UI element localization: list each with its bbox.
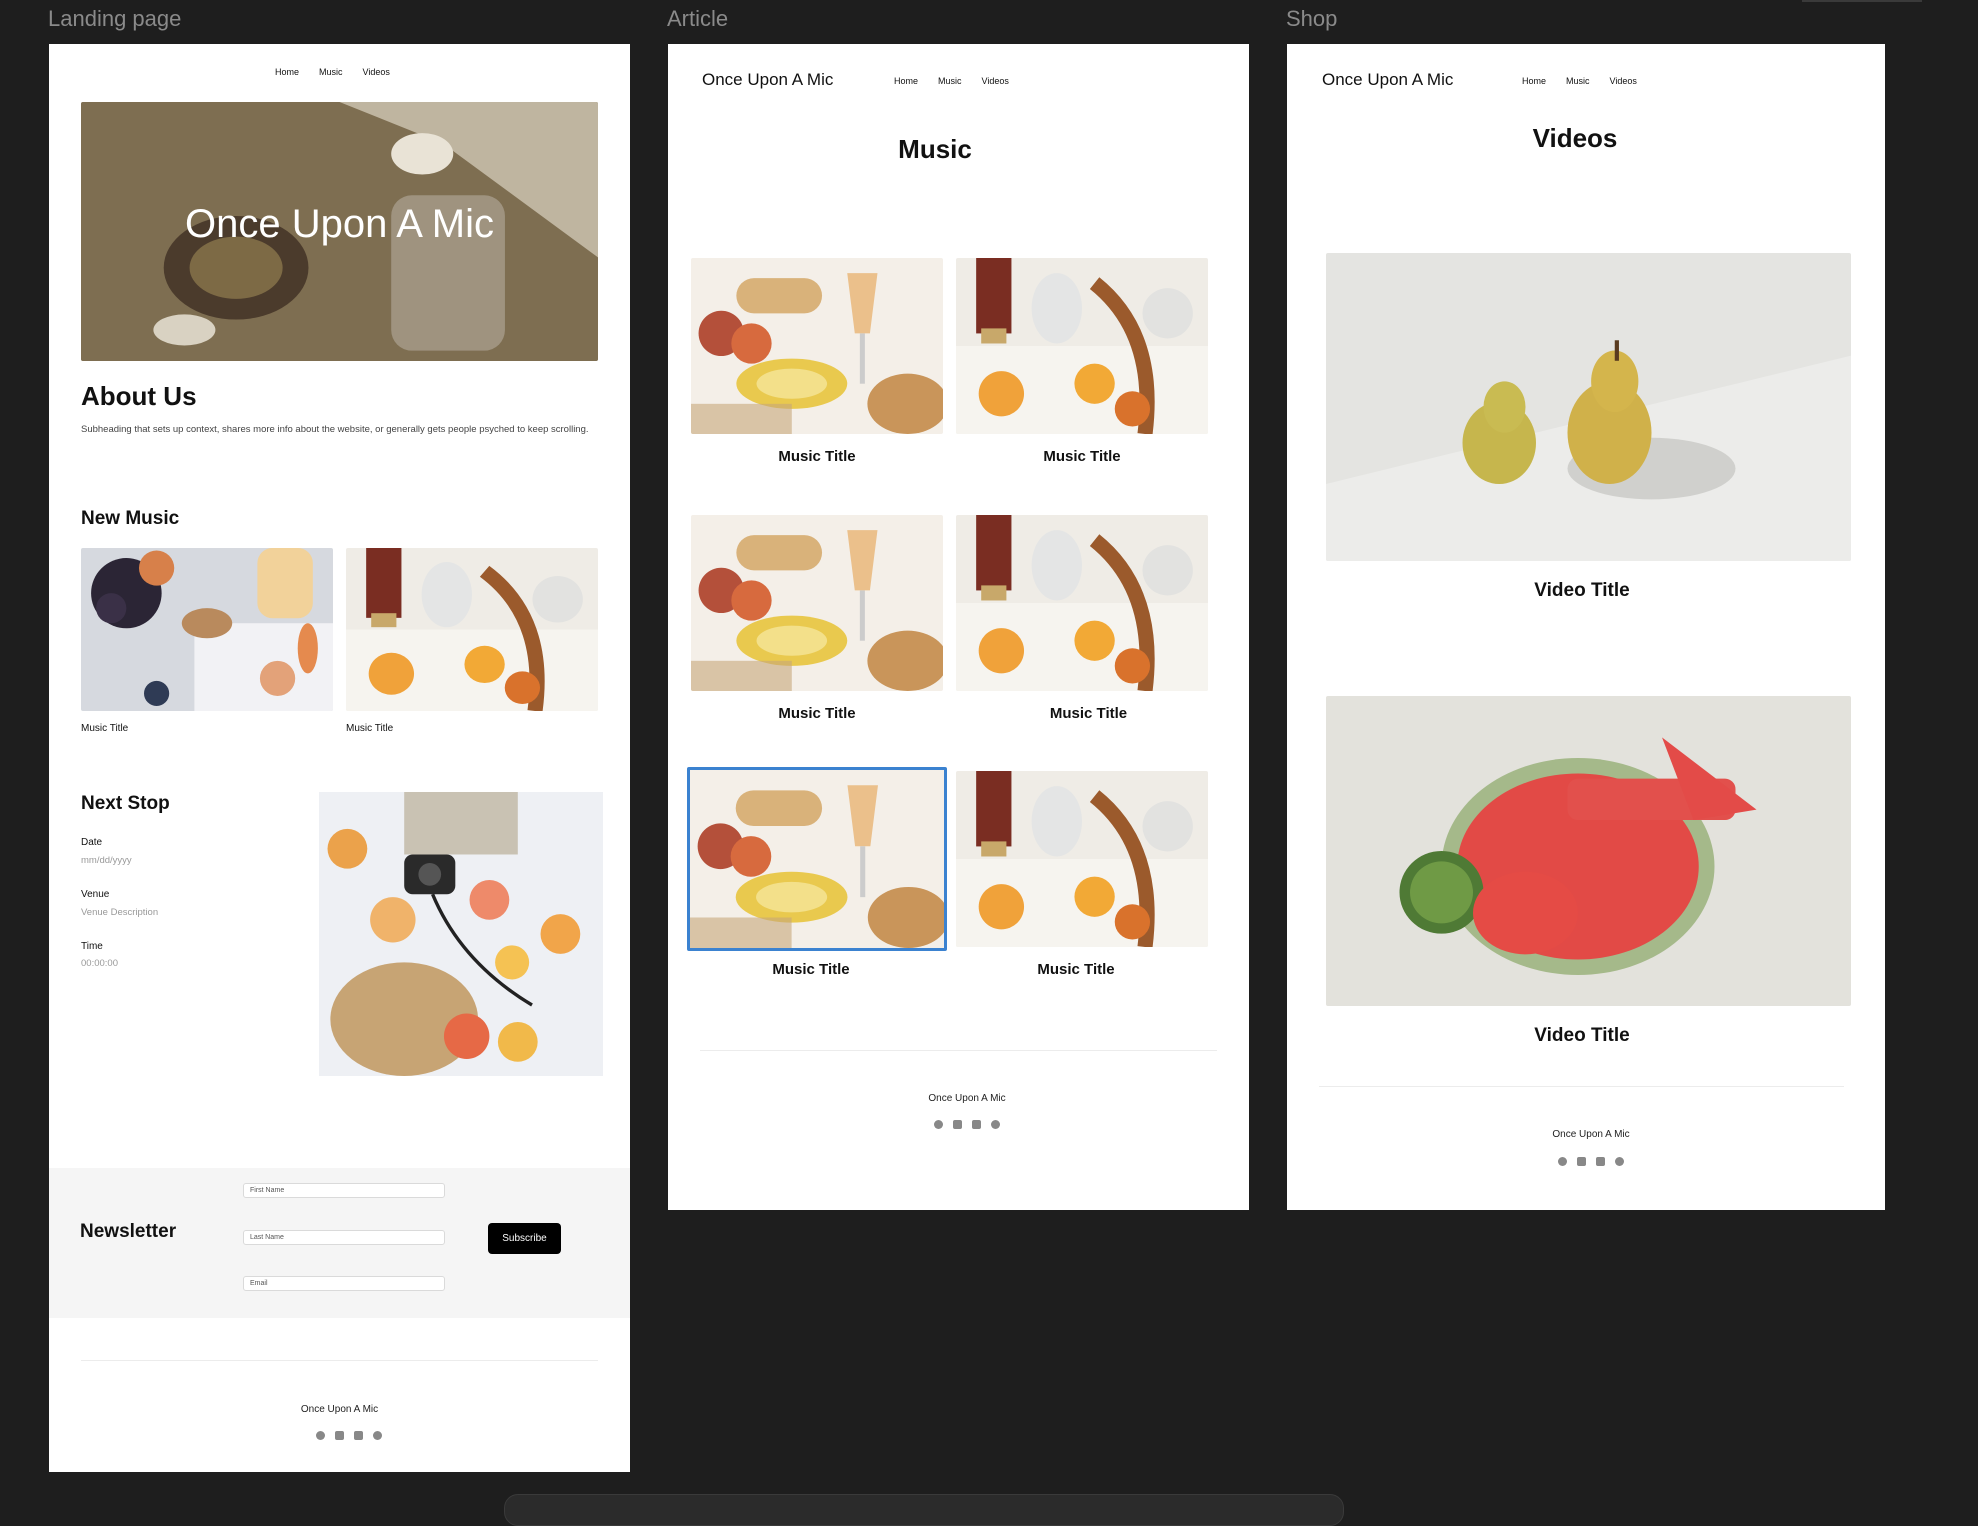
nav-videos[interactable]: Videos	[982, 76, 1009, 86]
newsletter-heading: Newsletter	[80, 1221, 177, 1242]
article-nav: Home Music Videos	[894, 76, 1009, 86]
social-links	[934, 1120, 1000, 1129]
venue-value: Venue Description	[81, 907, 159, 918]
music-item-title[interactable]: Music Title	[691, 705, 943, 722]
bottom-toolbar[interactable]	[504, 1494, 1344, 1526]
video-item-image[interactable]	[1326, 253, 1851, 561]
instagram-icon[interactable]	[1615, 1157, 1624, 1166]
facebook-icon[interactable]	[934, 1120, 943, 1129]
nav-videos[interactable]: Videos	[1610, 76, 1637, 86]
date-label: Date	[81, 837, 103, 848]
about-heading: About Us	[81, 381, 197, 411]
subscribe-button[interactable]: Subscribe	[488, 1223, 561, 1254]
music-item-image[interactable]	[956, 771, 1208, 947]
music-item-title[interactable]: Music Title	[956, 705, 1221, 722]
time-value: 00:00:00	[81, 958, 118, 969]
music-item-image[interactable]	[956, 515, 1208, 691]
last-name-field[interactable]: Last Name	[243, 1230, 445, 1245]
page-title: Music	[898, 134, 972, 164]
video-item-title[interactable]: Video Title	[1326, 1025, 1838, 1047]
youtube-icon[interactable]	[1596, 1157, 1605, 1166]
footer-divider	[81, 1360, 598, 1361]
venue-label: Venue	[81, 889, 110, 900]
youtube-icon[interactable]	[972, 1120, 981, 1129]
time-label: Time	[81, 941, 103, 952]
nav-home[interactable]: Home	[275, 67, 299, 77]
social-links	[1558, 1157, 1624, 1166]
nav-music[interactable]: Music	[938, 76, 962, 86]
first-name-field[interactable]: First Name	[243, 1183, 445, 1198]
music-item-image-selected[interactable]	[687, 767, 947, 951]
hero-title: Once Upon A Mic	[184, 202, 495, 246]
video-item-title[interactable]: Video Title	[1326, 580, 1838, 602]
frame-label-shop[interactable]: Shop	[1286, 6, 1337, 32]
shop-frame: Once Upon A Mic Home Music Videos Videos…	[1287, 44, 1885, 1210]
about-text: Subheading that sets up context, shares …	[81, 424, 589, 435]
music-item-title[interactable]: Music Title	[81, 723, 128, 734]
next-stop-heading: Next Stop	[81, 793, 170, 814]
youtube-icon[interactable]	[354, 1431, 363, 1440]
music-item-image[interactable]	[81, 548, 333, 711]
social-links	[316, 1431, 382, 1440]
nav-music[interactable]: Music	[319, 67, 343, 77]
email-field[interactable]: Email	[243, 1276, 445, 1291]
nav-music[interactable]: Music	[1566, 76, 1590, 86]
brand-logo[interactable]: Once Upon A Mic	[702, 70, 833, 90]
instagram-icon[interactable]	[373, 1431, 382, 1440]
music-item-title[interactable]: Music Title	[685, 961, 937, 978]
instagram-icon[interactable]	[991, 1120, 1000, 1129]
footer-brand: Once Upon A Mic	[1552, 1129, 1630, 1140]
footer-brand: Once Upon A Mic	[928, 1093, 1006, 1104]
music-item-image[interactable]	[691, 515, 943, 691]
nav-home[interactable]: Home	[894, 76, 918, 86]
footer-divider	[700, 1050, 1217, 1051]
top-edge-bar	[1802, 0, 1922, 2]
music-item-image[interactable]	[956, 258, 1208, 434]
article-frame: Once Upon A Mic Home Music Videos Music …	[668, 44, 1249, 1210]
newsletter-section: Newsletter First Name Last Name Email Su…	[49, 1168, 630, 1318]
frame-label-landing[interactable]: Landing page	[48, 6, 181, 32]
frame-label-article[interactable]: Article	[667, 6, 728, 32]
music-item-image[interactable]	[691, 258, 943, 434]
new-music-heading: New Music	[81, 508, 180, 529]
facebook-icon[interactable]	[1558, 1157, 1567, 1166]
music-item-title[interactable]: Music Title	[691, 448, 943, 465]
music-item-title[interactable]: Music Title	[956, 448, 1208, 465]
shop-nav: Home Music Videos	[1522, 76, 1637, 86]
footer-divider	[1319, 1086, 1844, 1087]
next-stop-image	[319, 792, 603, 1076]
music-item-title[interactable]: Music Title	[346, 723, 393, 734]
video-item-image[interactable]	[1326, 696, 1851, 1006]
linkedin-icon[interactable]	[335, 1431, 344, 1440]
footer-brand: Once Upon A Mic	[300, 1404, 379, 1415]
landing-page-frame: Home Music Videos Once Upon A Mic About …	[49, 44, 630, 1472]
linkedin-icon[interactable]	[1577, 1157, 1586, 1166]
nav-home[interactable]: Home	[1522, 76, 1546, 86]
music-item-title[interactable]: Music Title	[950, 961, 1202, 978]
landing-nav: Home Music Videos	[275, 67, 390, 77]
date-value: mm/dd/yyyy	[81, 855, 132, 866]
facebook-icon[interactable]	[316, 1431, 325, 1440]
linkedin-icon[interactable]	[953, 1120, 962, 1129]
hero-image: Once Upon A Mic	[81, 102, 598, 361]
music-item-image[interactable]	[346, 548, 598, 711]
page-title: Videos	[1532, 123, 1618, 153]
nav-videos[interactable]: Videos	[363, 67, 390, 77]
brand-logo[interactable]: Once Upon A Mic	[1322, 70, 1453, 90]
